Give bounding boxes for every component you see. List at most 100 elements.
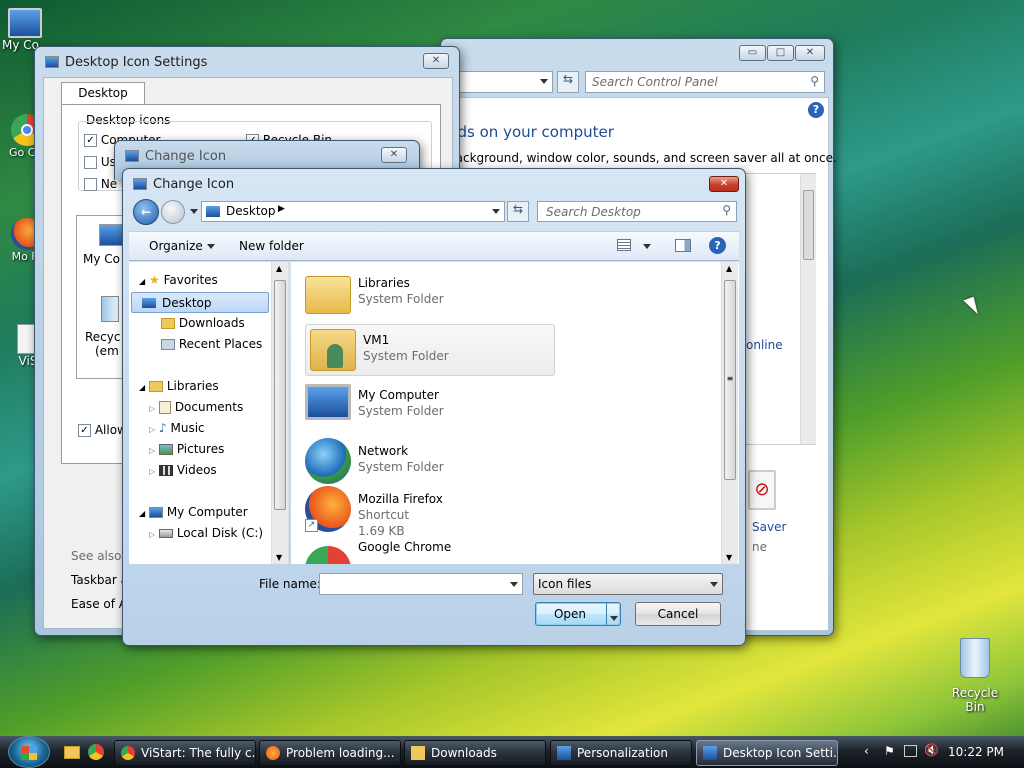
address-dropdown[interactable] <box>447 71 553 93</box>
taskbar-task-firefox[interactable]: Problem loading... <box>259 740 401 766</box>
taskbar-task-desktop-icon-settings[interactable]: Desktop Icon Setti... <box>696 740 838 766</box>
theme-scrollbar[interactable] <box>800 174 816 444</box>
close-button[interactable]: ✕ <box>381 147 407 163</box>
star-icon: ★ <box>148 273 160 287</box>
nav-downloads[interactable]: Downloads <box>161 313 245 334</box>
nav-local-disk[interactable]: ▷ Local Disk (C:) <box>149 523 263 544</box>
allow-themes-checkbox[interactable]: ✓ Allow <box>78 423 127 437</box>
filetype-dropdown-icon[interactable] <box>710 582 718 587</box>
file-item-network[interactable]: Network System Folder <box>301 436 551 488</box>
network-checkbox[interactable]: Ne <box>84 177 117 191</box>
scroll-down-icon[interactable]: ▼ <box>276 553 282 562</box>
back-button[interactable]: ← <box>133 199 159 225</box>
screen-saver-link[interactable]: Saver <box>752 520 786 534</box>
scroll-down-icon[interactable]: ▼ <box>726 553 732 562</box>
display-icon <box>133 178 147 190</box>
open-button[interactable]: Open <box>535 602 621 626</box>
nav-music[interactable]: ▷ ♪ Music <box>149 418 205 439</box>
taskbar-task-personalization[interactable]: Personalization <box>550 740 692 766</box>
system-tray: ‹ ⚑ 🔇 10:22 PM <box>856 736 1024 768</box>
user-files-checkbox[interactable]: Us <box>84 155 116 169</box>
chrome-icon <box>121 746 135 760</box>
taskbar-link[interactable]: Taskbar a <box>71 573 128 587</box>
close-button[interactable]: ✕ <box>423 53 449 69</box>
user-folder-icon <box>310 329 356 371</box>
navigation-pane: ◢ ★ Favorites Desktop Downloads Recent P… <box>129 262 289 564</box>
quick-launch-chrome-icon[interactable] <box>88 744 104 760</box>
help-icon[interactable]: ? <box>709 237 726 254</box>
page-heading: nds on your computer <box>448 123 614 141</box>
nav-my-computer[interactable]: ◢ My Computer <box>139 502 248 523</box>
close-button[interactable]: ✕ <box>795 45 825 61</box>
filetype-select[interactable]: Icon files <box>533 573 723 595</box>
refresh-icon[interactable]: ⇆ <box>557 71 579 93</box>
volume-muted-icon[interactable]: 🔇 <box>924 743 939 757</box>
recycle-bin-icon[interactable] <box>101 296 119 322</box>
help-icon[interactable]: ? <box>808 102 824 118</box>
network-icon[interactable] <box>904 745 917 757</box>
search-placeholder: Search Desktop <box>546 205 641 219</box>
taskbar-task-downloads[interactable]: Downloads <box>404 740 546 766</box>
start-button[interactable] <box>8 736 50 768</box>
mouse-cursor-icon <box>963 296 980 318</box>
cancel-button[interactable]: Cancel <box>635 602 721 626</box>
scroll-up-icon[interactable]: ▲ <box>726 264 732 273</box>
file-item-my-computer[interactable]: My Computer System Folder <box>301 380 551 432</box>
address-bar[interactable]: Desktop ▶ <box>201 201 505 222</box>
drive-icon <box>158 529 173 538</box>
show-hidden-icons-icon[interactable]: ‹ <box>864 744 869 758</box>
screen-saver-icon: ⊘ <box>748 470 776 510</box>
organize-button[interactable]: Organize <box>149 239 215 253</box>
views-dropdown-icon[interactable] <box>643 244 651 249</box>
command-bar: Organize New folder ? <box>129 231 739 261</box>
file-item-vm1[interactable]: VM1 System Folder <box>305 324 555 376</box>
open-dropdown-icon[interactable] <box>606 603 620 625</box>
search-icon: ⚲ <box>810 74 819 88</box>
libraries-folder-icon <box>305 276 351 314</box>
close-button[interactable]: ✕ <box>709 176 739 192</box>
file-item-chrome[interactable]: Google Chrome <box>301 540 551 564</box>
get-themes-online-link[interactable]: online <box>746 338 783 352</box>
control-panel-search-input[interactable]: Search Control Panel ⚲ <box>585 71 825 93</box>
minimize-button[interactable]: ▭ <box>739 45 766 61</box>
maximize-button[interactable]: □ <box>767 45 794 61</box>
desktop-icon-recycle-bin[interactable]: Recycle Bin <box>942 638 1008 714</box>
breadcrumb-arrow-icon[interactable]: ▶ <box>278 204 285 214</box>
scroll-up-icon[interactable]: ▲ <box>276 264 282 273</box>
taskbar-task-vistart[interactable]: ViStart: The fully c... <box>114 740 256 766</box>
recycle-bin-icon <box>960 638 990 678</box>
search-desktop-input[interactable]: Search Desktop ⚲ <box>537 201 737 222</box>
desktop-icon <box>206 206 220 217</box>
nav-favorites[interactable]: ◢ ★ Favorites <box>139 270 218 291</box>
nav-recent-places[interactable]: Recent Places <box>161 334 262 355</box>
new-folder-button[interactable]: New folder <box>239 239 304 253</box>
nav-pictures[interactable]: ▷ Pictures <box>149 439 224 460</box>
address-text: Desktop <box>226 204 276 218</box>
file-item-firefox[interactable]: ↗ Mozilla Firefox Shortcut 1.69 KB <box>301 484 551 540</box>
nav-desktop[interactable]: Desktop <box>131 292 269 313</box>
recent-pages-dropdown[interactable] <box>190 209 198 214</box>
file-list-scrollbar[interactable]: ▲ ≡ ▼ <box>721 262 738 564</box>
nav-documents[interactable]: ▷ Documents <box>149 397 243 418</box>
filename-input[interactable] <box>319 573 523 595</box>
nav-scrollbar[interactable]: ▼ ▲ <box>271 262 288 564</box>
preview-pane-icon[interactable] <box>675 239 691 252</box>
filename-dropdown-icon[interactable] <box>510 582 518 587</box>
quick-launch-folder-icon[interactable] <box>64 746 80 759</box>
views-icon[interactable] <box>617 239 631 251</box>
change-icon-dialog: Change Icon ✕ ← Desktop ▶ ⇆ Search Deskt… <box>122 168 746 646</box>
tab-desktop-icons[interactable]: Desktop Icons <box>61 82 145 120</box>
action-center-icon[interactable]: ⚑ <box>884 744 895 758</box>
refresh-icon[interactable]: ⇆ <box>507 201 529 222</box>
icon-label: Recyc <box>85 330 121 344</box>
nav-videos[interactable]: ▷ Videos <box>149 460 217 481</box>
nav-libraries[interactable]: ◢ Libraries <box>139 376 219 397</box>
clock[interactable]: 10:22 PM <box>948 745 1004 759</box>
libraries-icon <box>148 381 163 392</box>
forward-button[interactable] <box>161 200 185 224</box>
filename-label: File name: <box>259 577 321 591</box>
computer-icon[interactable] <box>99 224 123 246</box>
documents-icon <box>158 401 171 414</box>
address-dropdown-icon[interactable] <box>492 209 500 214</box>
file-item-libraries[interactable]: Libraries System Folder <box>301 268 551 320</box>
